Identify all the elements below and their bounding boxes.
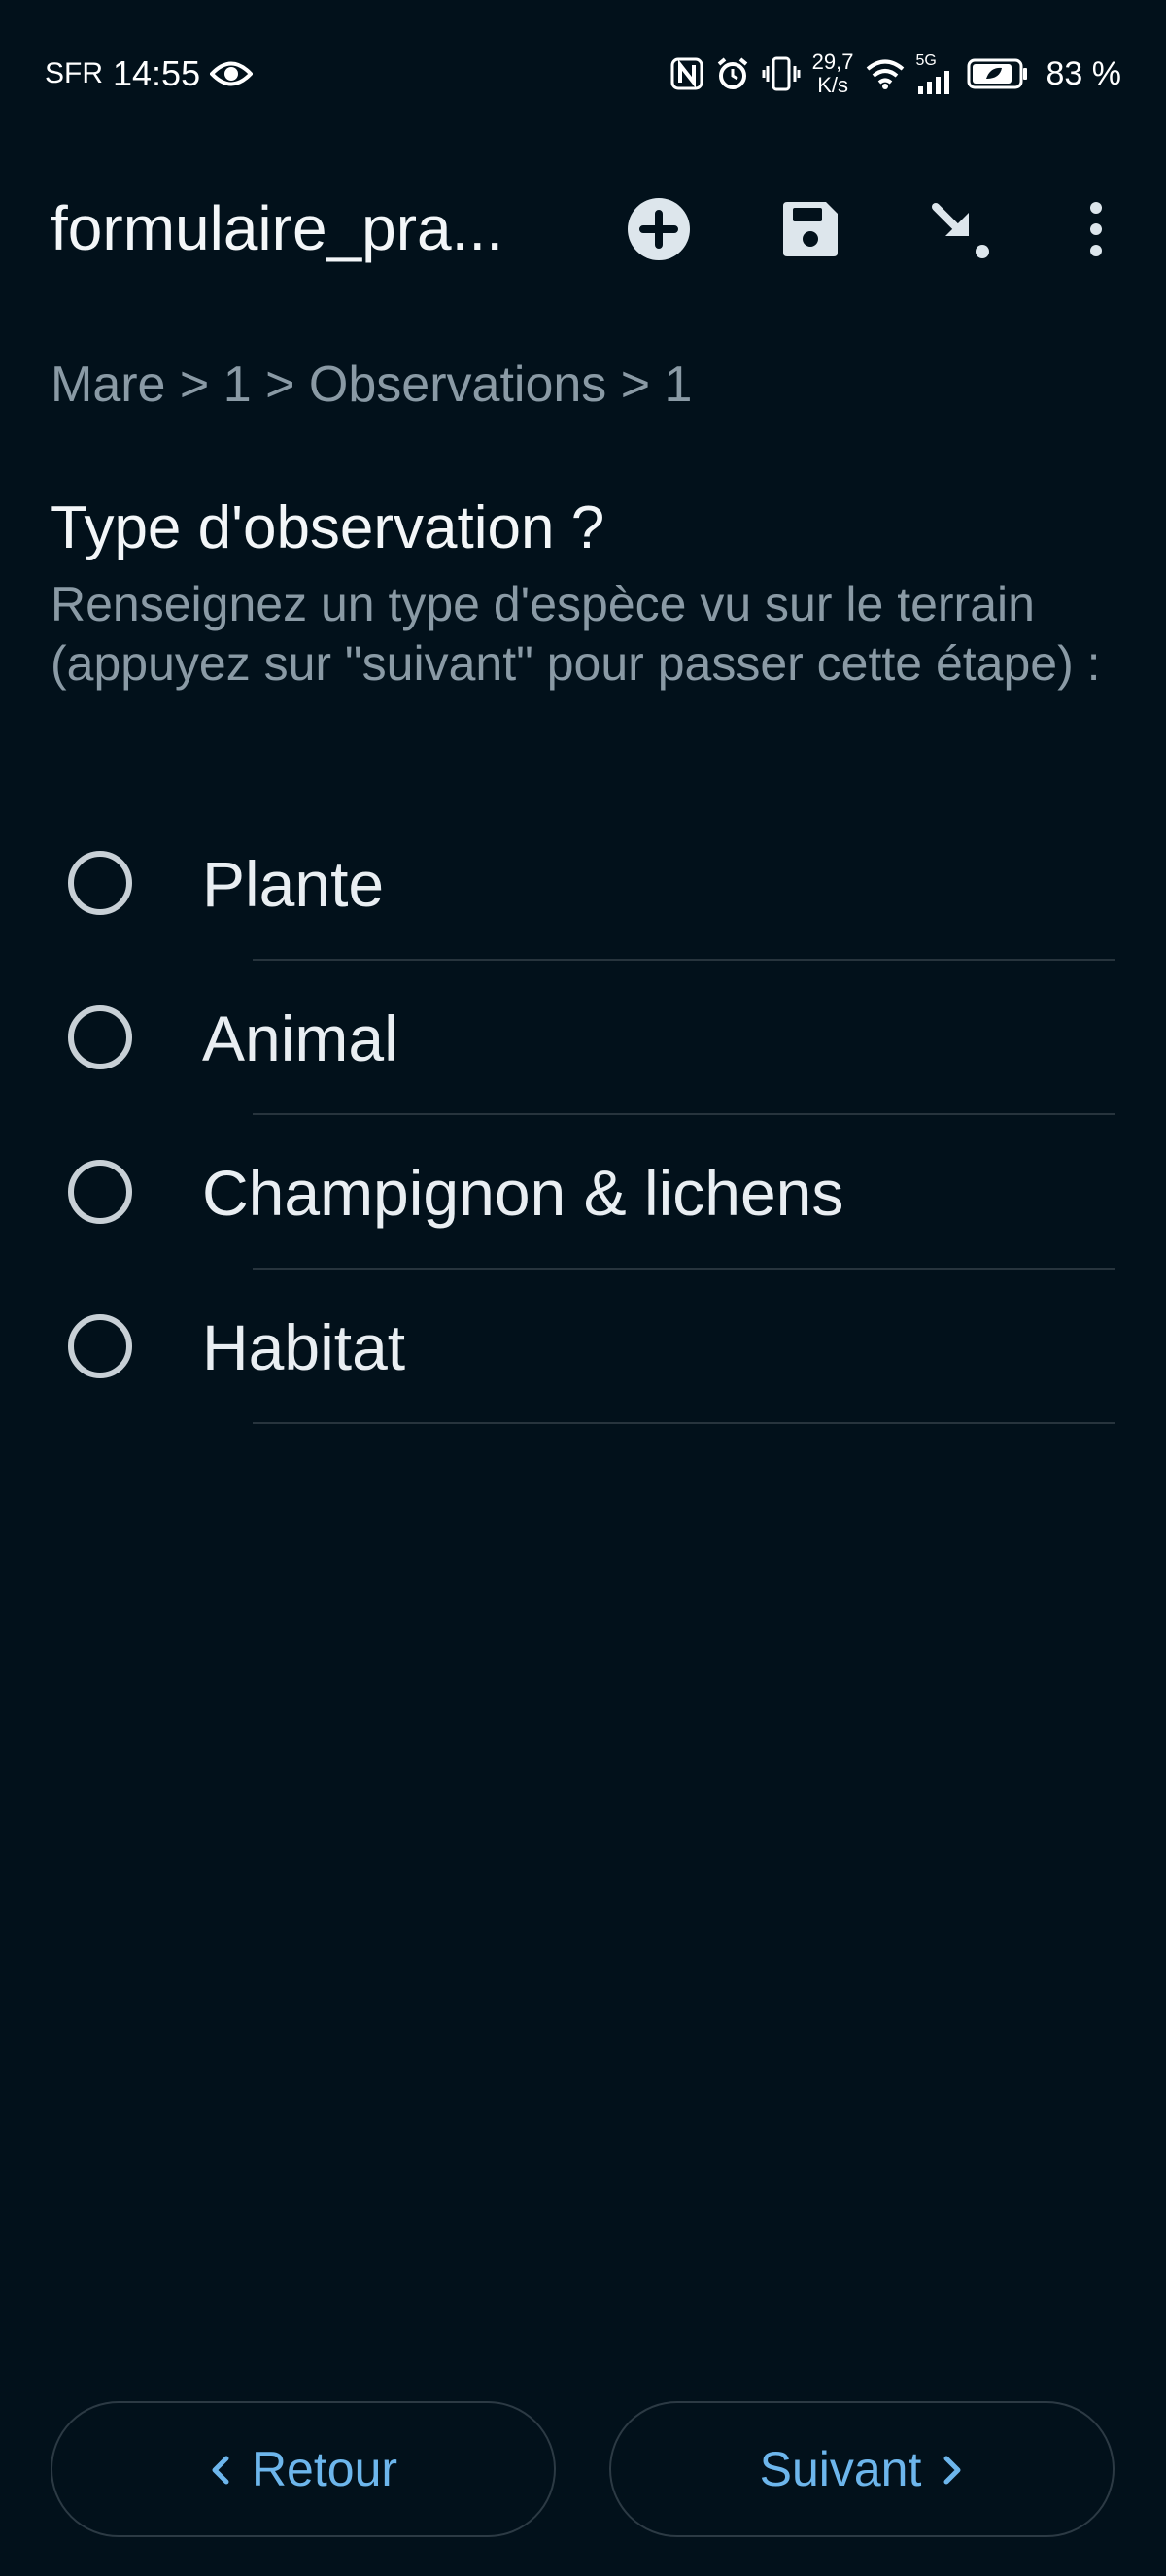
more-vert-icon (1086, 200, 1106, 263)
more-options-button[interactable] (1049, 185, 1143, 278)
radio-button[interactable] (68, 1314, 132, 1378)
eye-icon (210, 59, 254, 88)
signal-label: 5G (915, 52, 937, 69)
chevron-right-icon (943, 2441, 964, 2497)
save-icon (779, 198, 841, 265)
add-circle-icon (627, 197, 691, 266)
option-label: Animal (202, 1002, 398, 1074)
wifi-icon (866, 58, 905, 89)
vibrate-icon (762, 56, 801, 91)
radio-button[interactable] (68, 1160, 132, 1224)
option-plante[interactable]: Plante (0, 806, 1166, 961)
battery-icon (967, 57, 1029, 90)
app-toolbar: formulaire_pra... (0, 165, 1166, 291)
back-button[interactable]: Retour (51, 2401, 556, 2537)
question-hint: Renseignez un type d'espèce vu sur le te… (51, 577, 1101, 691)
net-speed: 29,7 K/s (812, 51, 854, 97)
option-habitat[interactable]: Habitat (0, 1270, 1166, 1424)
radio-button[interactable] (68, 851, 132, 915)
net-speed-value: 29,7 (811, 50, 854, 74)
option-champignon-lichens[interactable]: Champignon & lichens (0, 1115, 1166, 1270)
alarm-icon (715, 56, 750, 91)
net-speed-unit: K/s (817, 73, 848, 97)
radio-button[interactable] (68, 1005, 132, 1069)
options-list: Plante Animal Champignon & lichens Habit… (0, 806, 1166, 1424)
arrow-down-right-icon (930, 197, 994, 266)
nfc-icon (670, 57, 703, 90)
next-button-label: Suivant (759, 2442, 922, 2496)
status-left: SFR 14:55 (45, 53, 254, 94)
option-label: Champignon & lichens (202, 1157, 844, 1229)
option-label: Habitat (202, 1311, 406, 1383)
battery-percentage: 83 % (1046, 54, 1122, 92)
question-title: Type d'observation ? (51, 494, 605, 561)
carrier-label: SFR (45, 57, 103, 89)
download-button[interactable] (915, 185, 1009, 278)
signal-icon: 5G (916, 53, 955, 94)
chevron-left-icon (209, 2441, 230, 2497)
back-button-label: Retour (251, 2442, 398, 2496)
save-button[interactable] (764, 185, 857, 278)
add-button[interactable] (612, 185, 705, 278)
status-bar: SFR 14:55 29,7 K/s 5G 83 % (0, 0, 1166, 148)
option-animal[interactable]: Animal (0, 961, 1166, 1115)
breadcrumb: Mare > 1 > Observations > 1 (51, 356, 693, 413)
next-button[interactable]: Suivant (609, 2401, 1115, 2537)
status-time: 14:55 (113, 53, 201, 93)
divider (253, 1422, 1115, 1424)
form-title: formulaire_pra... (51, 193, 503, 263)
option-label: Plante (202, 848, 385, 920)
status-right: 29,7 K/s 5G 83 % (670, 51, 1121, 97)
